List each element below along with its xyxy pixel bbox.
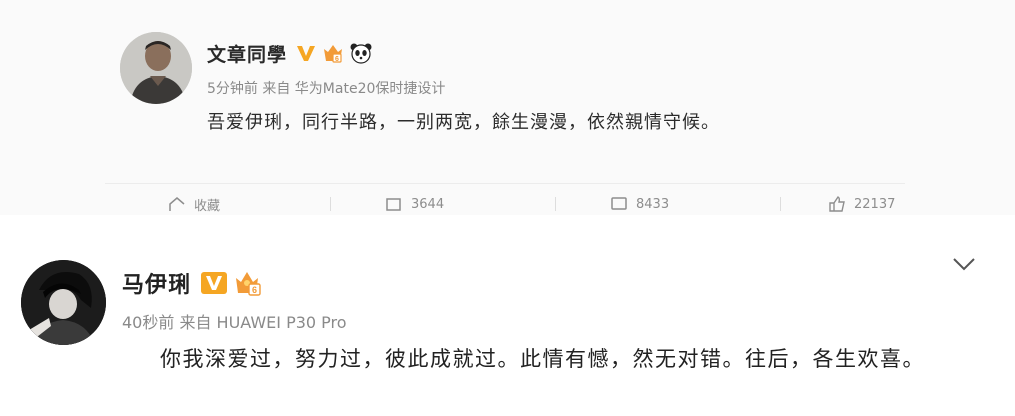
like-icon bbox=[829, 196, 845, 212]
top-post: 文章同學 6 5分钟前 来自 华为Mate20保时捷设计 吾爱伊琍，同行半路，一… bbox=[0, 0, 1015, 215]
action-label: 22137 bbox=[854, 196, 896, 212]
action-separator bbox=[780, 197, 781, 211]
user-photo bbox=[21, 260, 106, 345]
bottom-post: 马伊琍 6 40秒前 来自 HUAWEI P30 Pro 你我深爱过，努力过，彼… bbox=[0, 225, 1015, 416]
repost-button[interactable]: 3644 bbox=[385, 195, 444, 213]
action-label: 3644 bbox=[411, 196, 445, 212]
post-text: 你我深爱过，努力过，彼此成就过。此情有憾，然无对错。往后，各生欢喜。 bbox=[160, 347, 925, 371]
favorite-button[interactable]: 收藏 bbox=[168, 195, 221, 214]
username-row: 文章同學 6 bbox=[207, 38, 373, 68]
level-number: 6 bbox=[252, 285, 257, 295]
share-icon bbox=[169, 197, 185, 211]
post-meta: 5分钟前 来自 华为Mate20保时捷设计 bbox=[207, 81, 446, 97]
action-separator bbox=[330, 197, 331, 211]
comment-icon bbox=[611, 197, 627, 210]
username[interactable]: 文章同學 bbox=[207, 40, 287, 67]
avatar[interactable] bbox=[120, 32, 192, 104]
action-label: 收藏 bbox=[194, 198, 221, 214]
crown-level-icon[interactable]: 6 bbox=[233, 269, 263, 297]
post-meta: 40秒前 来自 HUAWEI P30 Pro bbox=[122, 313, 347, 332]
panda-icon[interactable] bbox=[349, 41, 373, 65]
verified-v-icon[interactable] bbox=[295, 42, 317, 64]
crown-level-icon[interactable]: 6 bbox=[321, 41, 345, 65]
repost-icon bbox=[386, 198, 401, 211]
like-button[interactable]: 22137 bbox=[828, 195, 895, 213]
username[interactable]: 马伊琍 bbox=[122, 267, 191, 299]
comment-button[interactable]: 8433 bbox=[610, 195, 669, 213]
user-photo bbox=[120, 32, 192, 104]
divider bbox=[105, 183, 905, 184]
chevron-down-icon[interactable] bbox=[950, 255, 978, 273]
avatar[interactable] bbox=[21, 260, 106, 345]
username-row: 马伊琍 6 bbox=[122, 266, 263, 300]
action-label: 8433 bbox=[636, 196, 670, 212]
post-text: 吾爱伊琍，同行半路，一别两宽，餘生漫漫，依然親情守候。 bbox=[207, 112, 720, 133]
action-bar: 收藏 3644 8433 22137 bbox=[0, 195, 1015, 215]
level-number: 6 bbox=[335, 56, 339, 63]
verified-v-icon[interactable] bbox=[201, 271, 228, 295]
action-separator bbox=[555, 197, 556, 211]
